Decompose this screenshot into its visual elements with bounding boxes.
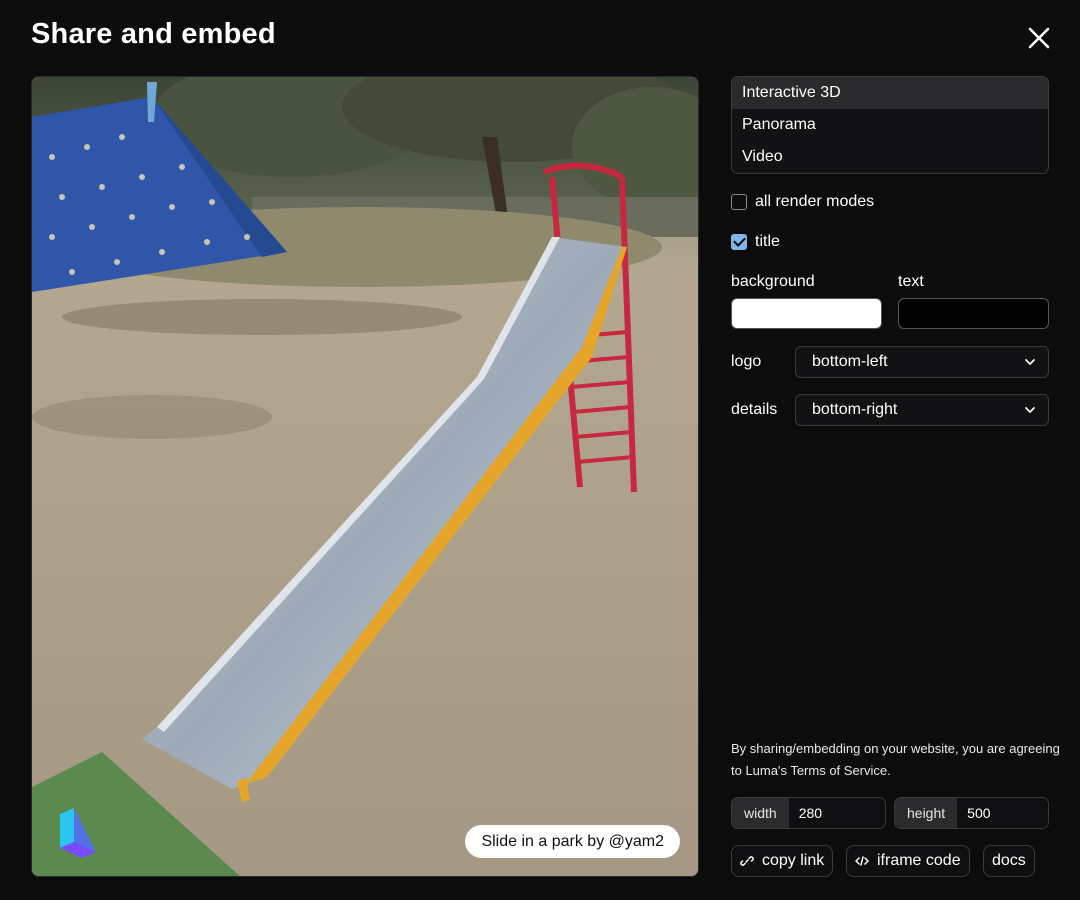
docs-button[interactable]: docs (983, 845, 1035, 877)
copy-link-label: copy link (762, 852, 825, 869)
code-icon (855, 856, 869, 866)
dialog-title: Share and embed (31, 18, 276, 50)
docs-label: docs (992, 852, 1026, 869)
width-input[interactable]: 280 (788, 798, 885, 828)
title-option[interactable]: title (731, 233, 780, 251)
all-render-modes-checkbox[interactable] (731, 194, 747, 210)
details-position-select[interactable]: bottom-right (795, 394, 1049, 426)
background-color-swatch[interactable] (731, 298, 882, 329)
terms-notice: By sharing/embedding on your website, yo… (731, 741, 1060, 778)
scene-caption[interactable]: Slide in a park by @yam2 (465, 825, 680, 858)
copy-link-button[interactable]: copy link (731, 845, 834, 877)
logo-position-select[interactable]: bottom-left (795, 346, 1049, 378)
all-render-modes-option[interactable]: all render modes (731, 193, 874, 211)
height-input[interactable]: 500 (957, 798, 1048, 828)
link-icon (740, 856, 754, 866)
iframe-code-button[interactable]: iframe code (846, 845, 970, 877)
all-render-modes-label: all render modes (755, 193, 875, 210)
mode-panorama[interactable]: Panorama (732, 109, 1048, 141)
logo-label: logo (731, 353, 762, 370)
text-label: text (898, 273, 924, 290)
details-position-value: bottom-right (812, 401, 898, 418)
details-label: details (731, 401, 778, 418)
text-color-swatch[interactable] (898, 298, 1049, 329)
height-field[interactable]: height 500 (894, 797, 1049, 829)
title-option-label: title (755, 233, 780, 250)
render-mode-list: Interactive 3D Panorama Video (731, 76, 1049, 174)
scene-preview[interactable]: Slide in a park by @yam2 (31, 76, 699, 877)
background-label: background (731, 273, 815, 290)
title-checkbox[interactable] (731, 234, 747, 250)
mode-video[interactable]: Video (732, 141, 1048, 173)
height-label: height (895, 798, 958, 828)
chevron-down-icon (1025, 407, 1035, 414)
width-field[interactable]: width 280 (731, 797, 886, 829)
close-icon[interactable] (1024, 23, 1054, 53)
chevron-down-icon (1025, 359, 1035, 366)
mode-interactive-3d[interactable]: Interactive 3D (732, 77, 1048, 109)
scene-image (32, 77, 698, 876)
iframe-code-label: iframe code (877, 852, 961, 869)
width-label: width (732, 798, 789, 828)
logo-position-value: bottom-left (812, 353, 888, 370)
luma-logo-icon (52, 808, 102, 858)
